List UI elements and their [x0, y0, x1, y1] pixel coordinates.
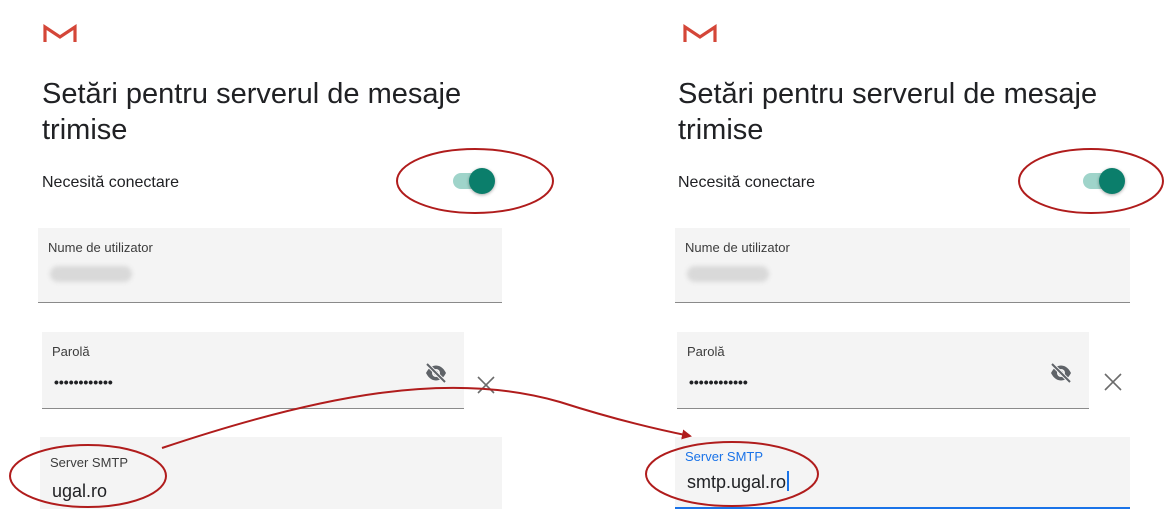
settings-panel-before: Setări pentru serverul de mesaje trimise… [0, 0, 560, 509]
smtp-value-text: smtp.ugal.ro [687, 472, 787, 492]
text-caret [787, 471, 790, 491]
username-value-blurred [687, 266, 769, 282]
password-label: Parolă [52, 344, 90, 359]
gmail-m-icon [683, 24, 717, 42]
password-value: •••••••••••• [54, 374, 113, 390]
require-login-label: Necesită conectare [678, 174, 815, 191]
password-field[interactable]: Parolă •••••••••••• [42, 332, 464, 409]
username-label: Nume de utilizator [685, 240, 790, 255]
close-icon[interactable] [1103, 372, 1123, 392]
smtp-value: smtp.ugal.ro [687, 471, 790, 493]
page-title: Setări pentru serverul de mesaje trimise [678, 78, 1098, 146]
smtp-server-field[interactable]: Server SMTP ugal.ro [40, 437, 502, 509]
smtp-label: Server SMTP [50, 455, 129, 470]
smtp-label: Server SMTP [685, 449, 764, 464]
gmail-m-icon [43, 24, 77, 42]
visibility-off-icon[interactable] [1049, 362, 1073, 384]
require-login-toggle[interactable] [450, 167, 498, 195]
username-field[interactable]: Nume de utilizator [675, 228, 1130, 303]
toggle-thumb [1099, 168, 1125, 194]
smtp-value: ugal.ro [52, 481, 108, 501]
page-title: Setări pentru serverul de mesaje trimise [42, 78, 462, 146]
visibility-off-icon[interactable] [424, 362, 448, 384]
require-login-label: Necesită conectare [42, 174, 179, 191]
username-label: Nume de utilizator [48, 240, 153, 255]
password-field[interactable]: Parolă •••••••••••• [677, 332, 1089, 409]
smtp-server-field-focused[interactable]: Server SMTP smtp.ugal.ro [675, 437, 1130, 509]
username-value-blurred [50, 266, 132, 282]
password-label: Parolă [687, 344, 725, 359]
settings-panel-after: Setări pentru serverul de mesaje trimise… [640, 0, 1165, 509]
require-login-toggle[interactable] [1080, 167, 1128, 195]
username-field[interactable]: Nume de utilizator [38, 228, 502, 303]
password-value: •••••••••••• [689, 374, 748, 390]
toggle-thumb [469, 168, 495, 194]
close-icon[interactable] [476, 375, 496, 395]
